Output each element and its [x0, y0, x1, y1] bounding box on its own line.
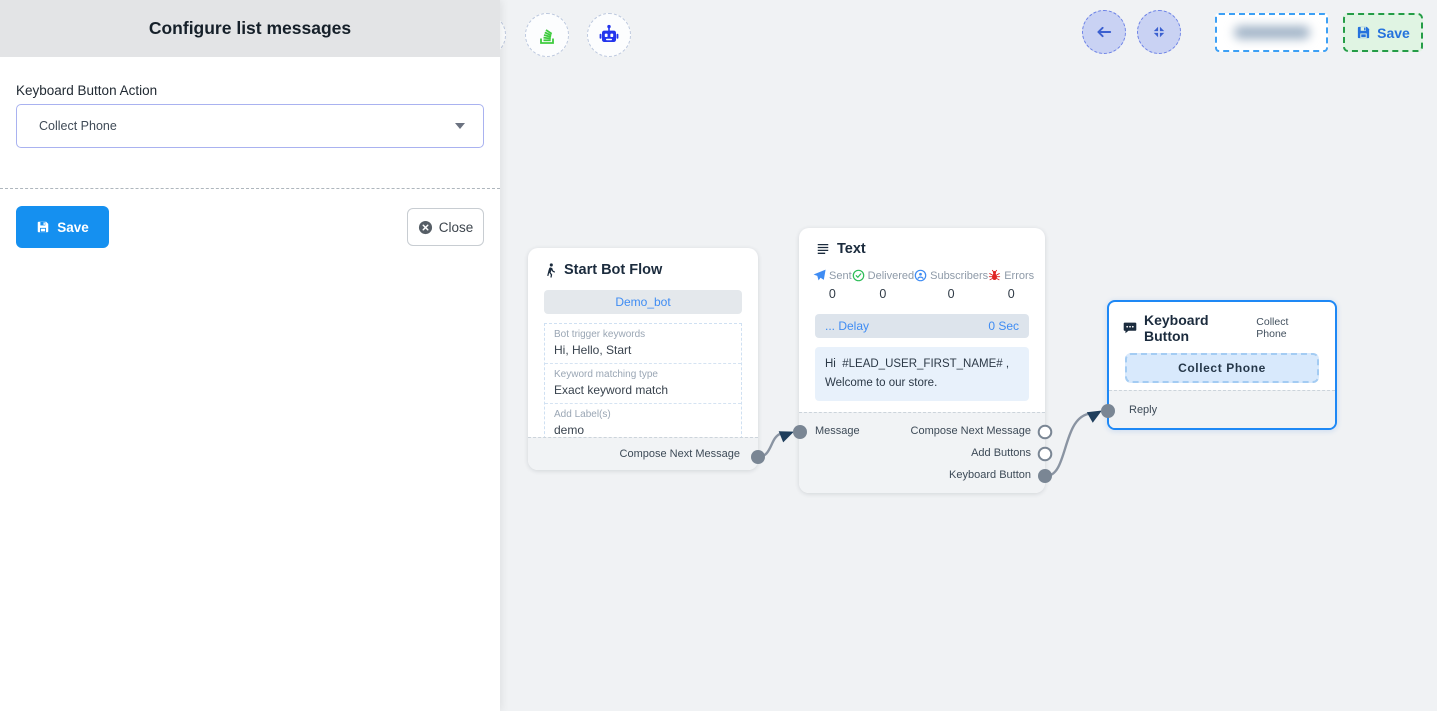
stack-tool-button[interactable] [525, 13, 569, 57]
field-matching-type[interactable]: Keyword matching type Exact keyword matc… [545, 364, 741, 404]
panel-save-label: Save [57, 220, 89, 235]
redacted-text [1234, 26, 1310, 39]
arrow-left-icon [1095, 23, 1113, 41]
paper-plane-icon [813, 269, 826, 282]
chevron-down-icon [455, 123, 465, 129]
stat-delivered: Delivered 0 [852, 269, 914, 301]
keyboard-action-field-label: Keyboard Button Action [16, 83, 484, 98]
field-trigger-keywords[interactable]: Bot trigger keywords Hi, Hello, Start [545, 324, 741, 364]
node-title-label: Keyboard Button [1144, 312, 1256, 344]
stat-errors: Errors 0 [988, 269, 1034, 301]
keyboard-action-label: Collect Phone [1256, 316, 1321, 340]
connector-start-output[interactable] [751, 450, 765, 464]
floppy-icon [36, 220, 50, 234]
panel-divider [0, 188, 500, 189]
bot-name-chip[interactable]: Demo_bot [544, 290, 742, 314]
field-label: Bot trigger keywords [554, 329, 732, 340]
start-node-footer: Compose Next Message [528, 437, 758, 470]
node-title-label: Text [837, 241, 866, 257]
walking-person-icon [544, 263, 557, 278]
node-text-message[interactable]: Text Sent 0 [799, 228, 1045, 493]
connector-keyboard-output[interactable] [1038, 469, 1052, 483]
connector-reply-input[interactable] [1101, 404, 1115, 418]
stat-label: Delivered [868, 270, 914, 282]
output-compose-next-message-label: Compose Next Message [620, 448, 740, 460]
flow-save-label: Save [1377, 25, 1410, 41]
stat-value: 0 [914, 287, 988, 301]
collect-phone-button[interactable]: Collect Phone [1125, 353, 1319, 383]
flow-save-button[interactable]: Save [1343, 13, 1423, 52]
stat-sent: Sent 0 [813, 269, 852, 301]
input-reply-label: Reply [1129, 404, 1157, 416]
edge-text-to-keyboard [1046, 414, 1088, 476]
stat-label: Errors [1004, 270, 1034, 282]
robot-icon [597, 23, 621, 47]
stat-label: Sent [829, 270, 852, 282]
delay-label: ... Delay [825, 319, 869, 333]
fit-view-button[interactable] [1137, 10, 1181, 54]
message-text-box[interactable]: Hi #LEAD_USER_FIRST_NAME# , Welcome to o… [815, 347, 1029, 401]
node-keyboard-button[interactable]: Keyboard Button Collect Phone Collect Ph… [1107, 300, 1337, 430]
node-start-bot-flow[interactable]: Start Bot Flow Demo_bot Bot trigger keyw… [528, 248, 758, 470]
keyboard-node-footer: Reply [1109, 390, 1335, 428]
input-message-label: Message [815, 425, 860, 437]
stat-value: 0 [852, 287, 914, 301]
field-label: Add Label(s) [554, 409, 732, 420]
text-lines-icon [816, 242, 830, 256]
redacted-flow-name-button[interactable] [1215, 13, 1328, 52]
field-value: demo [554, 423, 732, 437]
connector-add-buttons-output[interactable] [1039, 448, 1052, 461]
field-value: Exact keyword match [554, 383, 732, 397]
floppy-icon [1356, 25, 1371, 40]
connector-compose-output[interactable] [1039, 426, 1052, 439]
field-label: Keyword matching type [554, 369, 732, 380]
start-fields-box: Bot trigger keywords Hi, Hello, Start Ke… [544, 323, 742, 444]
check-circle-icon [852, 269, 865, 282]
compress-icon [1151, 24, 1167, 40]
user-circle-icon [914, 269, 927, 282]
delay-value: 0 Sec [988, 319, 1019, 333]
stat-label: Subscribers [930, 270, 988, 282]
output-compose-label: Compose Next Message [911, 425, 1031, 437]
select-value: Collect Phone [39, 119, 117, 133]
panel-save-button[interactable]: Save [16, 206, 109, 248]
back-button[interactable] [1082, 10, 1126, 54]
panel-title: Configure list messages [0, 0, 500, 57]
output-keyboard-button-label: Keyboard Button [949, 469, 1031, 481]
stat-subscribers: Subscribers 0 [914, 269, 988, 301]
panel-close-label: Close [439, 220, 474, 235]
output-add-buttons-label: Add Buttons [971, 447, 1031, 459]
connector-text-message-input[interactable] [793, 425, 807, 439]
text-node-footer: Message Compose Next Message Add Buttons… [799, 412, 1045, 493]
x-circle-icon [418, 220, 433, 235]
configure-panel: Configure list messages Keyboard Button … [0, 0, 500, 711]
node-title-label: Start Bot Flow [564, 262, 662, 278]
bot-tool-button[interactable] [587, 13, 631, 57]
keyboard-action-select[interactable]: Collect Phone [16, 104, 484, 148]
delay-setting[interactable]: ... Delay 0 Sec [815, 314, 1029, 338]
stat-value: 0 [988, 287, 1034, 301]
panel-close-button[interactable]: Close [407, 208, 484, 246]
bug-icon [988, 269, 1001, 282]
chat-bubble-icon [1123, 321, 1137, 335]
stat-value: 0 [813, 287, 852, 301]
message-stats: Sent 0 Delivered 0 [799, 267, 1045, 301]
field-value: Hi, Hello, Start [554, 343, 732, 357]
stack-icon [536, 24, 558, 46]
